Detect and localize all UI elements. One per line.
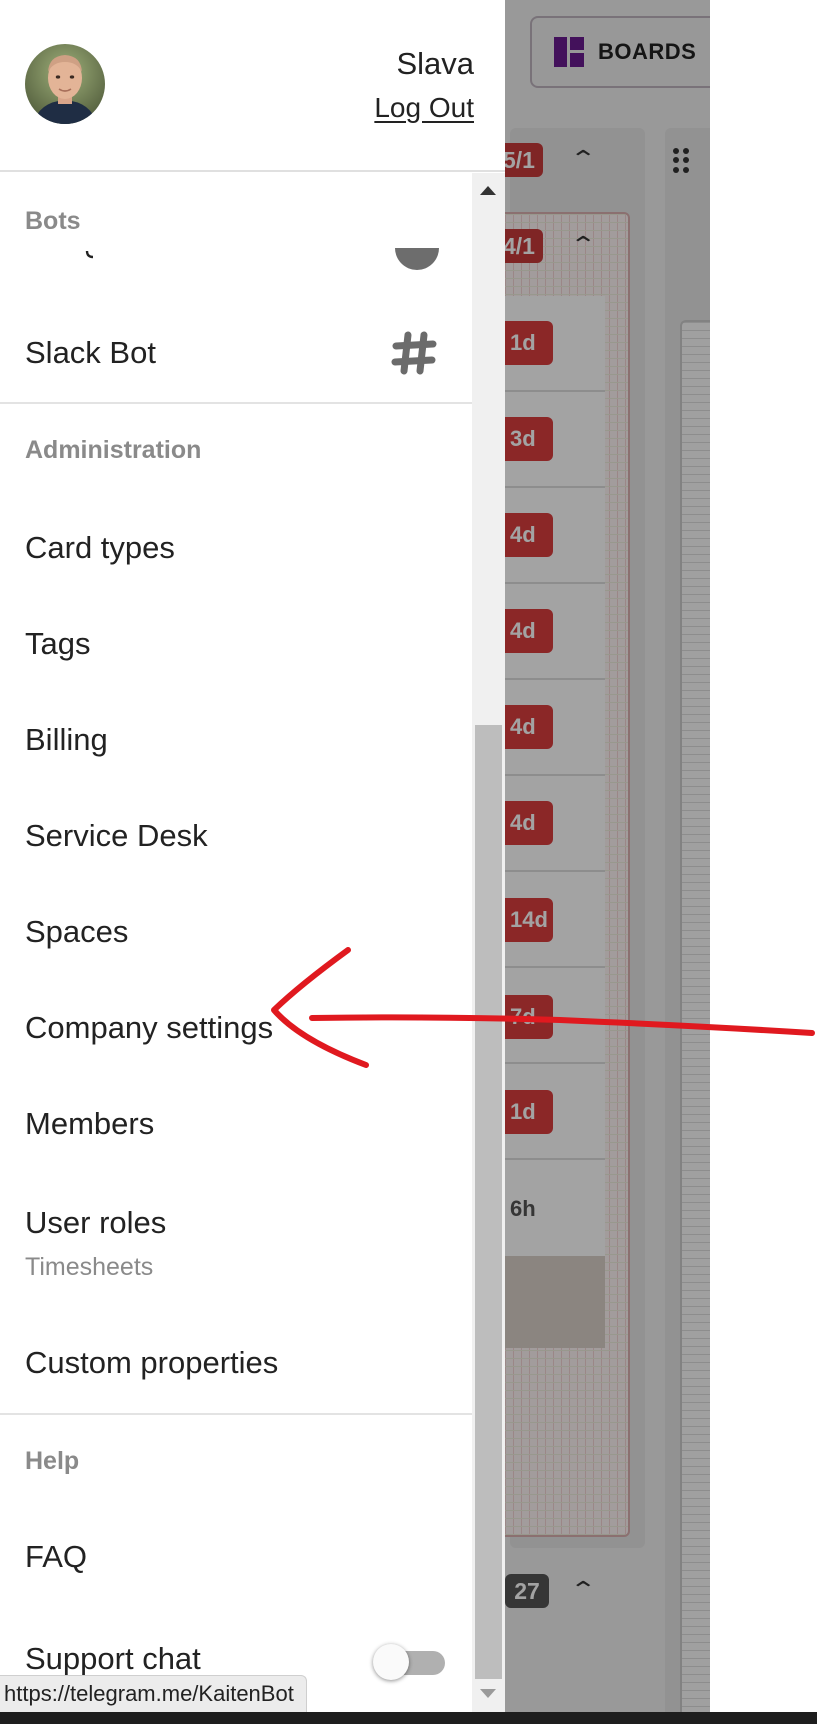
scroll-down-arrow-icon[interactable]: [480, 1689, 496, 1698]
menu-item-faq[interactable]: FAQ: [25, 1539, 87, 1575]
section-divider: [0, 402, 472, 404]
hash-icon: [391, 331, 437, 375]
logout-link[interactable]: Log Out: [374, 92, 474, 124]
menu-item-label-partial: [85, 251, 94, 259]
section-title-bots: Bots: [25, 207, 81, 235]
menu-item-spaces[interactable]: Spaces: [25, 914, 128, 950]
window-edge: [710, 0, 817, 1724]
support-chat-toggle[interactable]: [373, 1642, 449, 1682]
menu-item-company-settings[interactable]: Company settings: [25, 1010, 273, 1046]
menu-item-tags[interactable]: Tags: [25, 626, 90, 662]
menu-item-timesheets[interactable]: Timesheets: [25, 1253, 153, 1282]
section-title-administration: Administration: [25, 436, 202, 464]
section-divider: [0, 1413, 472, 1415]
scrollbar-thumb[interactable]: [475, 725, 502, 1679]
menu-item-custom-properties[interactable]: Custom properties: [25, 1345, 278, 1381]
section-title-help: Help: [25, 1447, 80, 1475]
drawer-scrollbar[interactable]: [472, 173, 505, 1712]
drawer-header: Slava Log Out: [0, 0, 505, 172]
scroll-up-arrow-icon[interactable]: [480, 186, 496, 195]
menu-item-service-desk[interactable]: Service Desk: [25, 818, 208, 854]
status-bar-url: https://telegram.me/KaitenBot: [0, 1675, 307, 1712]
menu-item-members[interactable]: Members: [25, 1106, 154, 1142]
menu-item-slack-bot[interactable]: Slack Bot: [25, 335, 156, 371]
drawer-menu: Bots Slack Bot Administration Card types…: [0, 173, 472, 1712]
navigation-drawer: Slava Log Out Bots Slack Bot Administrat…: [0, 0, 505, 1712]
menu-item-billing[interactable]: Billing: [25, 722, 108, 758]
modal-overlay[interactable]: [505, 0, 710, 1724]
bot-icon: [395, 248, 439, 270]
avatar[interactable]: [25, 44, 105, 124]
menu-item-support-chat[interactable]: Support chat: [25, 1641, 201, 1677]
menu-item-user-roles[interactable]: User roles: [25, 1205, 166, 1241]
user-name: Slava: [396, 46, 474, 81]
taskbar-edge: [0, 1712, 817, 1724]
menu-item-card-types[interactable]: Card types: [25, 530, 175, 566]
